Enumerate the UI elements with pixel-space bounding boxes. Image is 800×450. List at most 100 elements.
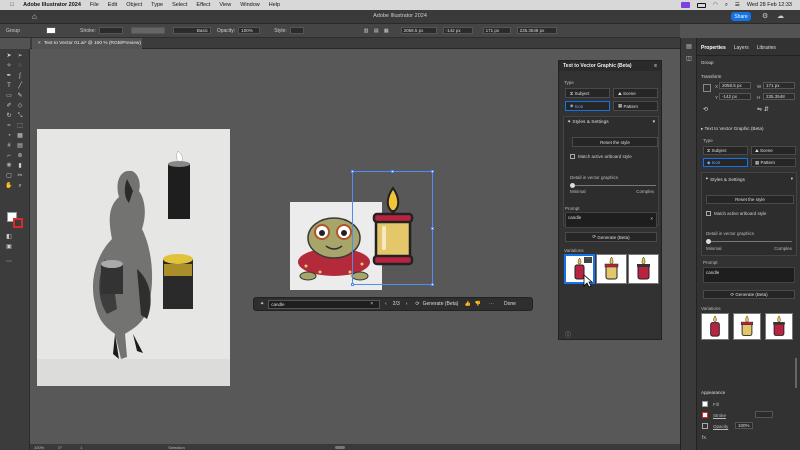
- rp-reset-style-button[interactable]: Reset the style: [706, 195, 794, 204]
- thumbs-up-icon[interactable]: 👍: [464, 301, 470, 307]
- type-subject-button[interactable]: ⧖ Subject: [565, 88, 610, 98]
- styles-settings-header[interactable]: ✦ Styles & Settings ▾: [564, 117, 658, 128]
- type-pattern-button[interactable]: ▦ Pattern: [613, 101, 658, 111]
- rp-styles-header[interactable]: ✦ Styles & Settings ▾: [702, 173, 796, 185]
- type-scene-button[interactable]: ⛰ Scene: [613, 88, 658, 98]
- rp-variation-thumb-2[interactable]: [733, 313, 761, 340]
- h-field[interactable]: 235.3548 px: [516, 27, 557, 34]
- more-options-icon[interactable]: ⋯: [489, 301, 494, 307]
- line-tool-icon[interactable]: ╱: [16, 83, 24, 90]
- draw-mode-icon[interactable]: ◧: [5, 234, 13, 241]
- rp-y-field[interactable]: -142 px: [719, 93, 751, 100]
- rp-match-checkbox[interactable]: [706, 211, 711, 216]
- control-center-icon[interactable]: ☰: [735, 2, 740, 8]
- w-field[interactable]: 171 px: [482, 27, 511, 34]
- rp-type-icon[interactable]: ◆ Icon: [703, 158, 748, 167]
- rp-detail-slider-thumb[interactable]: [706, 239, 711, 244]
- shaper-tool-icon[interactable]: ✐: [5, 103, 13, 110]
- rotate-tool-icon[interactable]: ↻: [5, 113, 13, 120]
- type-icon-button[interactable]: ◆ Icon: [565, 101, 610, 111]
- tab-properties[interactable]: Properties: [701, 45, 726, 51]
- flip-icons[interactable]: ⇋ ⇵: [757, 106, 769, 113]
- menu-view[interactable]: View: [219, 2, 231, 8]
- prompt-textarea[interactable]: candle ×: [565, 212, 657, 228]
- mesh-tool-icon[interactable]: #: [5, 143, 13, 150]
- rp-ttv-header[interactable]: ▸ Text to Vector Graphic (Beta): [701, 126, 764, 132]
- rectangle-tool-icon[interactable]: ▭: [5, 93, 13, 100]
- generate-icon[interactable]: ⟳: [415, 301, 419, 307]
- reference-point-icon[interactable]: [703, 84, 711, 92]
- type-tool-icon[interactable]: T: [5, 83, 13, 90]
- pen-tool-icon[interactable]: ✒: [5, 73, 13, 80]
- done-button[interactable]: Done: [504, 301, 516, 307]
- rp-type-pattern[interactable]: ▦ Pattern: [751, 158, 796, 167]
- artboard-tool-icon[interactable]: ▢: [5, 173, 13, 180]
- apple-icon[interactable]: : [10, 2, 14, 8]
- rp-detail-slider[interactable]: [706, 239, 792, 244]
- document-tab[interactable]: × Text to Vector 01.ai* @ 100 % (RGB/Pre…: [32, 38, 142, 49]
- clear-prompt-x-icon[interactable]: ×: [650, 216, 653, 221]
- variation-options-badge[interactable]: ⋯: [584, 257, 592, 263]
- menu-effect[interactable]: Effect: [196, 2, 210, 8]
- rp-scroll-indicator[interactable]: [795, 358, 797, 388]
- rp-match-row[interactable]: Match active artboard style: [706, 211, 766, 216]
- zoom-level[interactable]: 100%: [34, 445, 44, 450]
- stroke-label[interactable]: Stroke: [713, 413, 726, 418]
- align-icons[interactable]: ▥ ▤ ▦: [364, 28, 391, 34]
- variable-width-field[interactable]: [130, 27, 165, 34]
- next-variation-icon[interactable]: ›: [406, 301, 408, 307]
- rp-prompt-textarea[interactable]: candle: [703, 267, 795, 283]
- record-icon[interactable]: [681, 2, 690, 8]
- rp-ttv-collapse-icon[interactable]: ▸: [701, 126, 703, 131]
- rp-h-field[interactable]: 235.3548: [763, 93, 795, 100]
- screen-mode-icon[interactable]: ▣: [5, 244, 13, 251]
- menu-object[interactable]: Object: [126, 2, 142, 8]
- rp-variation-thumb-1[interactable]: [701, 313, 729, 340]
- reset-style-button[interactable]: Reset the style: [572, 137, 658, 147]
- magic-wand-icon[interactable]: ✧: [5, 63, 13, 70]
- sketch-artboard[interactable]: [37, 129, 230, 386]
- stroke-color-swatch[interactable]: [13, 218, 23, 228]
- rp-styles-collapse-icon[interactable]: ▾: [791, 176, 793, 182]
- symbol-sprayer-icon[interactable]: ❋: [5, 163, 13, 170]
- scale-tool-icon[interactable]: ⤡: [16, 113, 24, 120]
- menu-type[interactable]: Type: [151, 2, 163, 8]
- tab-libraries[interactable]: Libraries: [757, 45, 776, 51]
- info-icon[interactable]: ⓘ: [565, 330, 571, 339]
- opacity-field[interactable]: 100%: [238, 27, 261, 34]
- rp-type-subject[interactable]: ⧖ Subject: [703, 146, 748, 155]
- rotation-angle[interactable]: 0°: [58, 445, 62, 450]
- menu-help[interactable]: Help: [269, 2, 280, 8]
- match-checkbox[interactable]: [570, 154, 575, 159]
- eyedropper-icon[interactable]: ⌐: [5, 153, 13, 160]
- thumbs-down-icon[interactable]: 👎: [475, 301, 481, 307]
- fill-swatch[interactable]: [46, 27, 56, 34]
- context-generate-button[interactable]: Generate (Beta): [423, 301, 459, 307]
- menu-file[interactable]: File: [90, 2, 99, 8]
- context-prompt-input[interactable]: candle: [268, 299, 381, 309]
- slice-tool-icon[interactable]: ✂: [16, 173, 24, 180]
- wifi-icon[interactable]: ◠: [713, 2, 718, 8]
- detail-slider-thumb[interactable]: [570, 183, 575, 188]
- horizontal-scrollbar[interactable]: [334, 445, 345, 449]
- layers-dock-icon[interactable]: ◫: [685, 56, 693, 63]
- menu-edit[interactable]: Edit: [108, 2, 117, 8]
- stroke-swatch-icon[interactable]: [702, 412, 708, 418]
- close-tab-icon[interactable]: ×: [38, 41, 41, 46]
- more-tools-icon[interactable]: ⋯: [5, 259, 13, 266]
- menu-app-name[interactable]: Adobe Illustrator 2024: [23, 2, 81, 8]
- fx-icon[interactable]: fx.: [702, 435, 707, 441]
- selection-tool-icon[interactable]: ➤: [5, 53, 13, 60]
- gradient-tool-icon[interactable]: ▤: [16, 143, 24, 150]
- fill-swatch-icon[interactable]: [702, 401, 708, 407]
- rp-type-scene[interactable]: ⛰ Scene: [751, 146, 796, 155]
- y-field[interactable]: -142 px: [442, 27, 473, 34]
- gear-icon[interactable]: ⚙: [762, 12, 768, 20]
- artboard-number[interactable]: 1: [80, 445, 82, 450]
- eraser-icon[interactable]: ◇: [16, 103, 24, 110]
- detail-slider[interactable]: [570, 183, 656, 188]
- rotate-icon[interactable]: ⟲: [703, 106, 708, 113]
- collapse-icon[interactable]: ▾: [653, 120, 655, 125]
- rp-variation-thumb-3[interactable]: [765, 313, 793, 340]
- style-field[interactable]: [289, 27, 304, 34]
